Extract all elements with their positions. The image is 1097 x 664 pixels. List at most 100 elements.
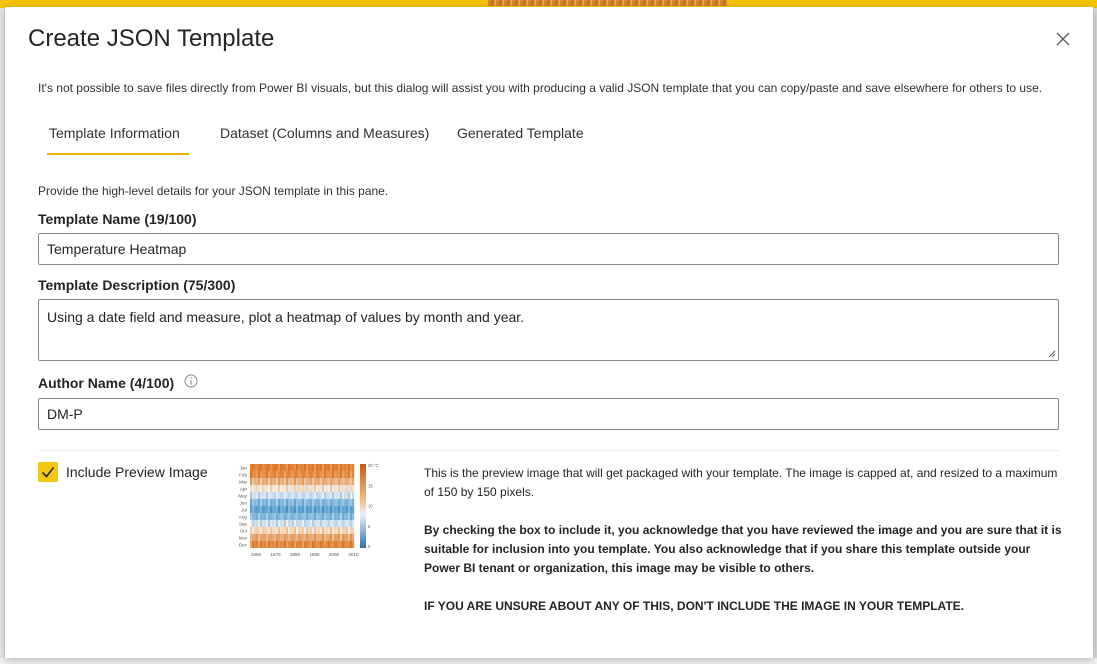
pane-description: Provide the high-level details for your … <box>38 184 389 198</box>
thumbnail-heat-cell <box>310 499 313 506</box>
thumbnail-heat-cell <box>268 485 271 492</box>
thumbnail-heat-cell <box>276 527 279 534</box>
thumbnail-heat-cell <box>262 506 265 513</box>
thumbnail-heat-cell <box>342 485 345 492</box>
thumbnail-heat-cell <box>308 464 311 471</box>
thumbnail-heat-cell <box>260 499 263 506</box>
thumbnail-heat-cell <box>270 527 273 534</box>
thumbnail-heat-cell <box>346 541 349 548</box>
thumbnail-heat-cell <box>252 513 255 520</box>
thumbnail-heat-cell <box>344 464 347 471</box>
thumbnail-heat-cell <box>342 506 345 513</box>
thumbnail-heat-cell <box>258 534 261 541</box>
thumbnail-heat-cell <box>348 471 351 478</box>
thumbnail-heat-cell <box>318 506 321 513</box>
thumbnail-heat-cell <box>294 541 297 548</box>
thumbnail-heat-cell <box>270 499 273 506</box>
thumbnail-heat-cell <box>320 506 323 513</box>
thumbnail-heat-cell <box>262 464 265 471</box>
thumbnail-heat-cell <box>250 485 253 492</box>
thumbnail-heat-cell <box>338 464 341 471</box>
thumbnail-heat-cell <box>290 485 293 492</box>
thumbnail-heat-cell <box>348 513 351 520</box>
thumbnail-heat-cell <box>296 499 299 506</box>
thumbnail-heat-cell <box>330 541 333 548</box>
thumbnail-heat-cell <box>344 541 347 548</box>
thumbnail-heat-cell <box>294 520 297 527</box>
thumbnail-heat-cell <box>256 492 259 499</box>
thumbnail-heat-cell <box>336 499 339 506</box>
thumbnail-heat-cell <box>334 520 337 527</box>
include-preview-checkbox[interactable] <box>38 462 58 482</box>
thumbnail-heat-cell <box>332 506 335 513</box>
thumbnail-heat-cell <box>276 492 279 499</box>
thumbnail-heat-cell <box>304 464 307 471</box>
thumbnail-heat-cell <box>284 485 287 492</box>
thumbnail-heat-cell <box>338 492 341 499</box>
preview-note: This is the preview image that will get … <box>424 466 1058 499</box>
thumbnail-heat-cell <box>338 534 341 541</box>
preview-warning: IF YOU ARE UNSURE ABOUT ANY OF THIS, DON… <box>424 599 964 613</box>
thumbnail-heat-cell <box>320 485 323 492</box>
thumbnail-heat-cell <box>278 485 281 492</box>
thumbnail-legend: 20 °C 15 10 5 0 <box>360 463 379 549</box>
close-icon[interactable] <box>1053 29 1073 49</box>
thumbnail-heat-cell <box>316 464 319 471</box>
thumbnail-heat-cell <box>250 478 253 485</box>
thumbnail-heat-cell <box>326 513 329 520</box>
template-name-input[interactable] <box>38 233 1059 265</box>
thumbnail-heat-cell <box>332 513 335 520</box>
tab-template-information[interactable]: Template Information <box>49 125 180 141</box>
thumbnail-heat-cell <box>316 499 319 506</box>
thumbnail-heat-cell <box>350 506 353 513</box>
thumbnail-heat-cell <box>344 471 347 478</box>
author-name-input[interactable] <box>38 398 1059 430</box>
thumbnail-heat-cell <box>342 499 345 506</box>
thumbnail-heat-cell <box>314 464 317 471</box>
thumbnail-heat-cell <box>252 464 255 471</box>
thumbnail-heat-cell <box>346 478 349 485</box>
thumbnail-heat-cell <box>264 513 267 520</box>
thumbnail-heat-cell <box>310 534 313 541</box>
thumbnail-heat-cell <box>268 520 271 527</box>
selected-tab-indicator <box>47 153 189 155</box>
thumbnail-heat-cell <box>324 464 327 471</box>
thumbnail-heat-cell <box>284 506 287 513</box>
thumbnail-heat-cell <box>304 492 307 499</box>
thumbnail-heat-cell <box>278 520 281 527</box>
thumbnail-heat-cell <box>312 471 315 478</box>
thumbnail-heat-cell <box>250 499 253 506</box>
thumbnail-heat-cell <box>340 541 343 548</box>
thumbnail-heat-cell <box>306 527 309 534</box>
thumbnail-heat-cell <box>290 513 293 520</box>
thumbnail-heat-cell <box>316 478 319 485</box>
resize-grip-icon[interactable] <box>1048 350 1056 358</box>
thumbnail-heat-cell <box>306 506 309 513</box>
thumbnail-month-label: Sep <box>239 522 248 527</box>
thumbnail-heat-cell <box>320 527 323 534</box>
thumbnail-heat-cell <box>254 527 257 534</box>
thumbnail-heat-cell <box>280 520 283 527</box>
thumbnail-heat-cell <box>270 492 273 499</box>
thumbnail-heat-cell <box>314 534 317 541</box>
thumbnail-heat-cell <box>320 492 323 499</box>
thumbnail-heat-cell <box>262 499 265 506</box>
thumbnail-heat-cell <box>324 492 327 499</box>
thumbnail-heat-cell <box>346 471 349 478</box>
thumbnail-heat-cell <box>330 534 333 541</box>
thumbnail-heat-cell <box>266 506 269 513</box>
tab-dataset[interactable]: Dataset (Columns and Measures) <box>220 125 429 141</box>
thumbnail-heat-cell <box>280 527 283 534</box>
thumbnail-heat-cell <box>304 527 307 534</box>
thumbnail-heat-cell <box>272 478 275 485</box>
thumbnail-heat-cell <box>338 506 341 513</box>
thumbnail-heat-cell <box>350 534 353 541</box>
tab-generated-template[interactable]: Generated Template <box>457 125 584 141</box>
info-icon[interactable] <box>184 374 198 388</box>
thumbnail-heat-cell <box>326 527 329 534</box>
template-description-textarea[interactable]: Using a date field and measure, plot a h… <box>38 299 1059 361</box>
thumbnail-heat-cell <box>344 492 347 499</box>
thumbnail-heat-cell <box>352 492 355 499</box>
thumbnail-heat-cell <box>344 499 347 506</box>
thumbnail-legend-label: 5 <box>368 524 371 529</box>
